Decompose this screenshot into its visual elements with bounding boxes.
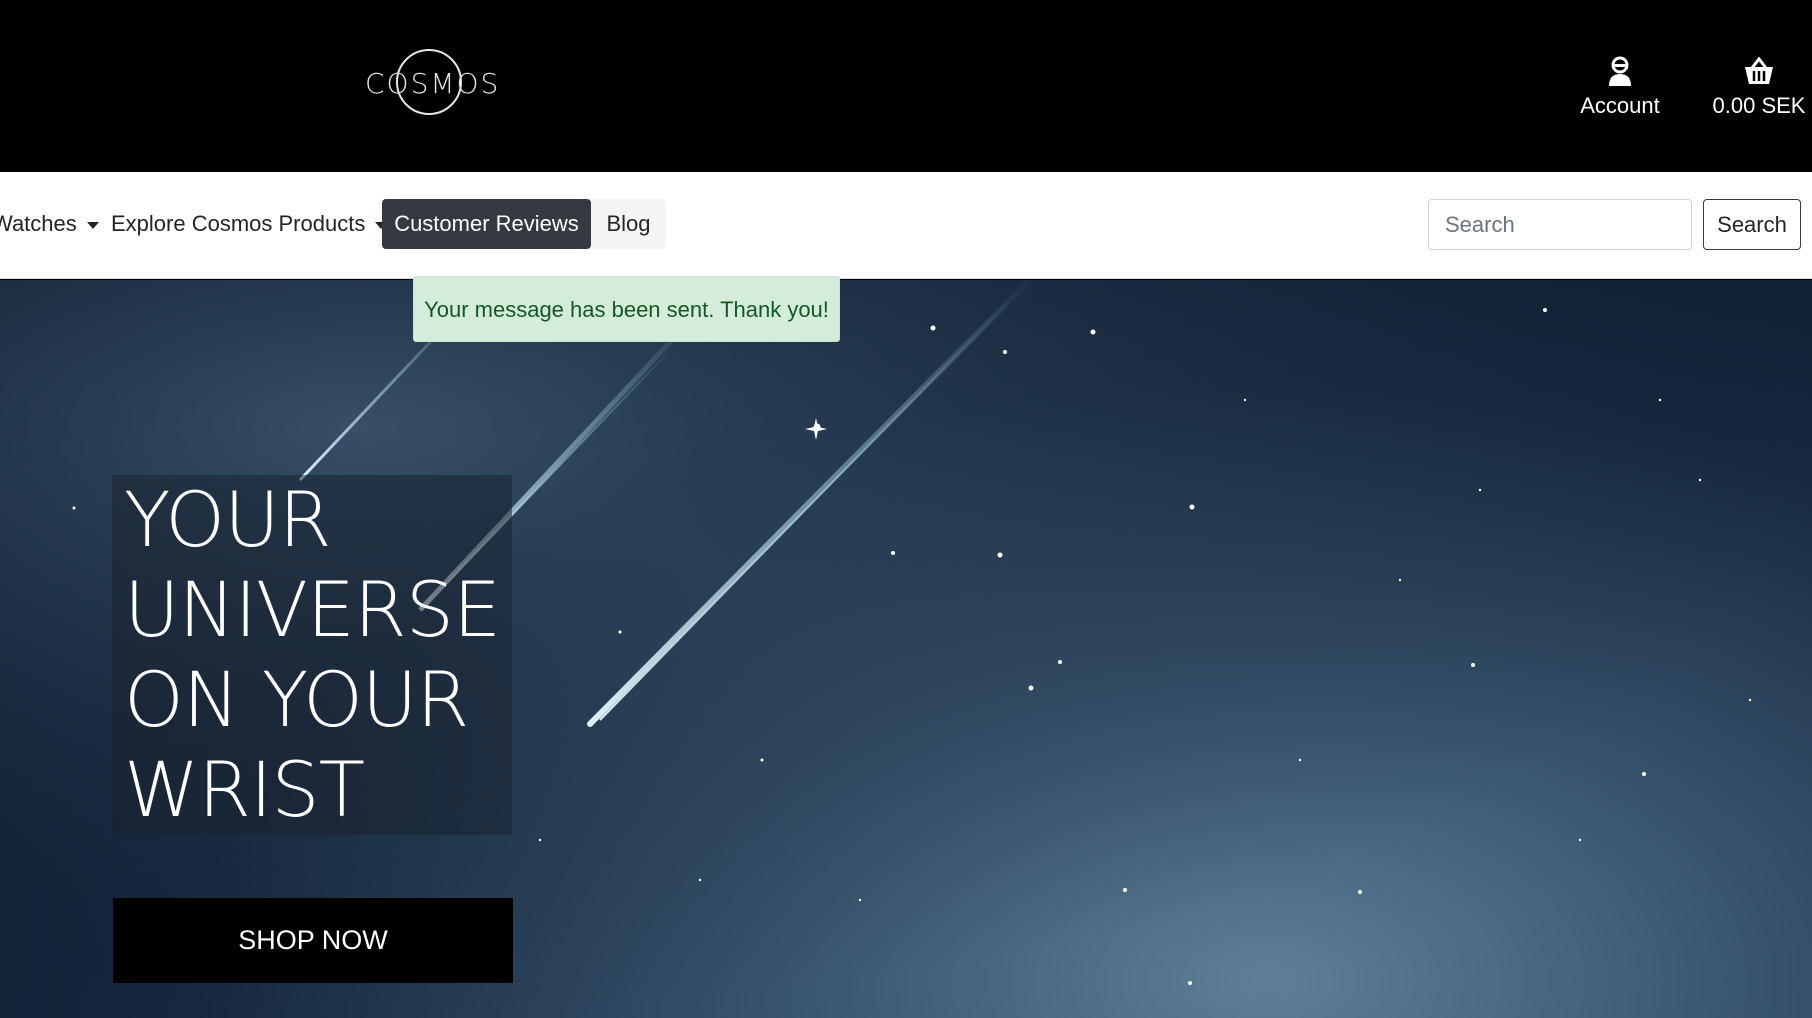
headline-line: ON YOUR (124, 655, 469, 744)
search-input[interactable] (1428, 199, 1692, 250)
nav-item-explore-products[interactable]: Explore Cosmos Products (111, 199, 388, 249)
shop-now-button[interactable]: SHOP NOW (113, 898, 513, 983)
account-link[interactable]: Account (1570, 55, 1670, 119)
nav-label: Explore Cosmos Products (111, 211, 366, 236)
success-alert: Your message has been sent. Thank you! (413, 276, 840, 342)
nav-item-blog[interactable]: Blog (591, 199, 666, 249)
account-label: Account (1580, 93, 1660, 118)
headline-line: WRIST (124, 745, 365, 834)
nav-item-customer-reviews[interactable]: Customer Reviews (382, 199, 591, 249)
top-header: COSMOS Account 0.00 SEK (0, 0, 1812, 172)
basket-icon (1745, 56, 1773, 84)
user-icon (1609, 56, 1631, 86)
nav-item-watches[interactable]: Watches (0, 199, 99, 249)
hero-headline: YOUR UNIVERSE ON YOUR WRIST (124, 475, 514, 835)
headline-line: YOUR (124, 475, 332, 564)
cart-link[interactable]: 0.00 SEK (1706, 55, 1812, 119)
search-button[interactable]: Search (1703, 199, 1801, 250)
logo-text: COSMOS (365, 67, 501, 100)
cart-total: 0.00 SEK (1712, 93, 1806, 118)
nav-label: Watches (0, 211, 77, 236)
main-nav: Watches Explore Cosmos Products Customer… (0, 172, 1812, 279)
headline-line: UNIVERSE (124, 565, 501, 654)
cosmos-logo[interactable]: COSMOS (365, 48, 501, 116)
caret-down-icon (86, 221, 99, 229)
